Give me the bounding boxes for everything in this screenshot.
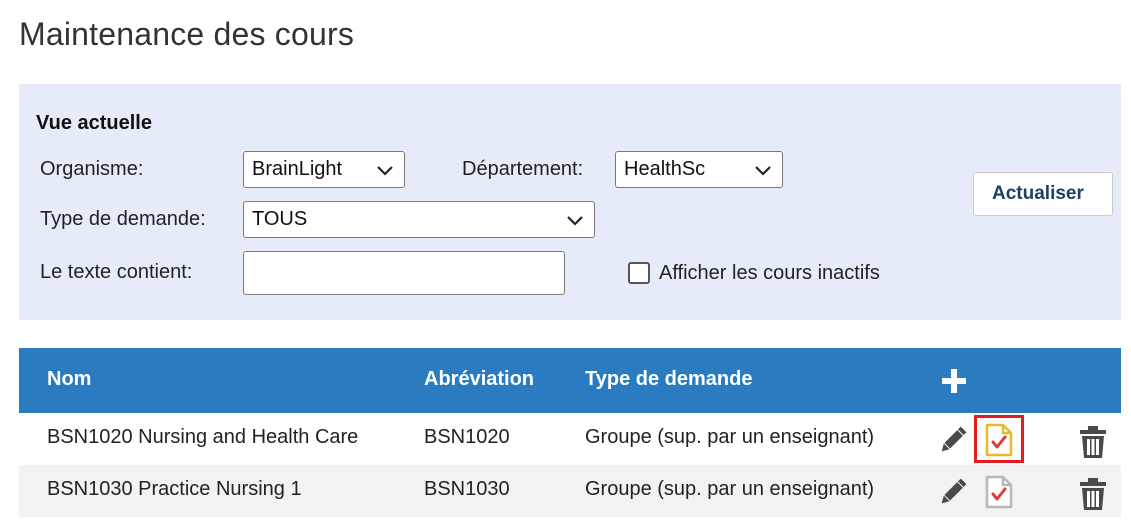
- plus-icon[interactable]: [941, 368, 967, 394]
- refresh-button[interactable]: Actualiser: [973, 172, 1113, 216]
- departement-label: Département:: [462, 158, 584, 180]
- filter-panel: Vue actuelle Organisme: BrainLight Dépar…: [19, 84, 1121, 320]
- row-type: Groupe (sup. par un enseignant): [585, 426, 875, 448]
- type-demande-value: TOUS: [252, 208, 308, 230]
- row-nom: BSN1020 Nursing and Health Care: [47, 426, 359, 448]
- page-title: Maintenance des cours: [19, 16, 355, 52]
- departement-value: HealthSc: [624, 158, 706, 180]
- texte-input[interactable]: [243, 251, 565, 295]
- chevron-down-icon: [567, 216, 583, 226]
- column-header-abreviation: Abréviation: [424, 368, 535, 390]
- trash-icon[interactable]: [1078, 425, 1108, 459]
- document-check-icon[interactable]: [985, 475, 1013, 509]
- inactifs-label[interactable]: Afficher les cours inactifs: [659, 262, 880, 285]
- texte-label: Le texte contient:: [40, 261, 193, 283]
- table-header: Nom Abréviation Type de demande: [19, 348, 1121, 413]
- organisme-value: BrainLight: [252, 158, 343, 180]
- row-abreviation: BSN1030: [424, 478, 510, 500]
- table-row: BSN1020 Nursing and Health Care BSN1020 …: [19, 413, 1121, 465]
- column-header-nom: Nom: [47, 368, 92, 390]
- pencil-icon[interactable]: [936, 423, 970, 457]
- trash-icon[interactable]: [1078, 477, 1108, 511]
- organisme-label: Organisme:: [40, 158, 144, 180]
- pencil-icon[interactable]: [936, 475, 970, 509]
- type-demande-select[interactable]: TOUS: [243, 201, 595, 238]
- panel-heading: Vue actuelle: [36, 112, 152, 134]
- organisme-select[interactable]: BrainLight: [243, 151, 405, 188]
- departement-select[interactable]: HealthSc: [615, 151, 783, 188]
- type-demande-label: Type de demande:: [40, 208, 206, 230]
- chevron-down-icon: [755, 166, 771, 176]
- row-abreviation: BSN1020: [424, 426, 510, 448]
- row-nom: BSN1030 Practice Nursing 1: [47, 478, 302, 500]
- chevron-down-icon: [377, 166, 393, 176]
- table-row: BSN1030 Practice Nursing 1 BSN1030 Group…: [19, 465, 1121, 517]
- row-type: Groupe (sup. par un enseignant): [585, 478, 875, 500]
- document-check-icon[interactable]: [985, 423, 1013, 457]
- column-header-type: Type de demande: [585, 368, 753, 390]
- inactifs-checkbox[interactable]: [628, 262, 650, 284]
